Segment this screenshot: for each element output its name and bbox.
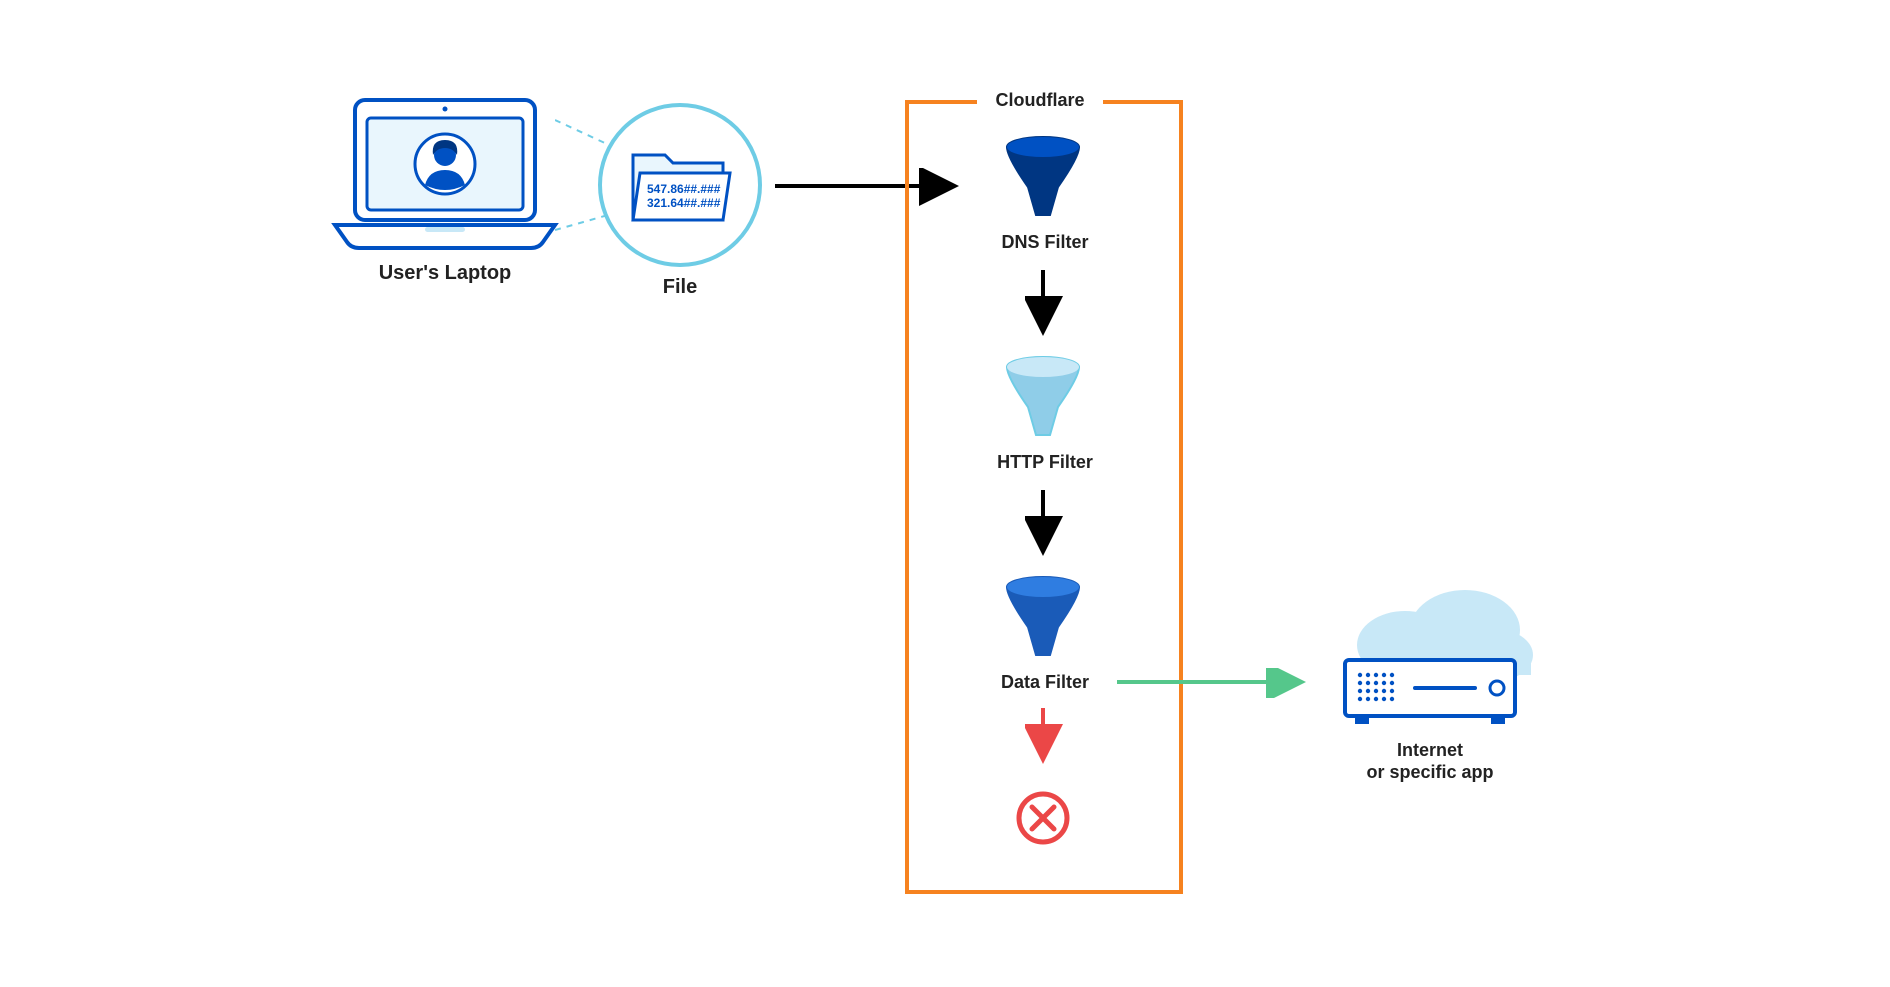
file-text-2: 321.64##.### bbox=[647, 196, 720, 210]
block-icon bbox=[1015, 790, 1071, 851]
http-funnel-icon bbox=[1003, 355, 1083, 450]
internet-label-2: or specific app bbox=[1315, 762, 1545, 783]
arrow-dns-http bbox=[1025, 270, 1065, 350]
arrow-data-internet bbox=[1117, 668, 1317, 698]
data-label: Data Filter bbox=[955, 672, 1135, 693]
http-label: HTTP Filter bbox=[955, 452, 1135, 473]
internet-icon bbox=[1315, 560, 1545, 755]
data-funnel-icon bbox=[1003, 575, 1083, 670]
laptop-icon bbox=[325, 90, 565, 255]
file-circle: 547.86##.### 321.64##.### bbox=[595, 100, 765, 275]
laptop-label: User's Laptop bbox=[325, 262, 565, 285]
arrow-http-data bbox=[1025, 490, 1065, 570]
file-label: File bbox=[595, 276, 765, 299]
dns-label: DNS Filter bbox=[955, 232, 1135, 253]
dns-funnel-icon bbox=[1003, 135, 1083, 230]
cloudflare-box-top-right bbox=[1103, 100, 1179, 104]
internet-label-1: Internet bbox=[1315, 740, 1545, 761]
cloudflare-box-top-left bbox=[905, 100, 977, 104]
arrow-data-block bbox=[1025, 708, 1065, 778]
file-text-1: 547.86##.### bbox=[647, 182, 720, 196]
diagram-stage: User's Laptop 547.86##.### 321.64##.### … bbox=[195, 0, 1695, 900]
cloudflare-label: Cloudflare bbox=[977, 90, 1103, 111]
